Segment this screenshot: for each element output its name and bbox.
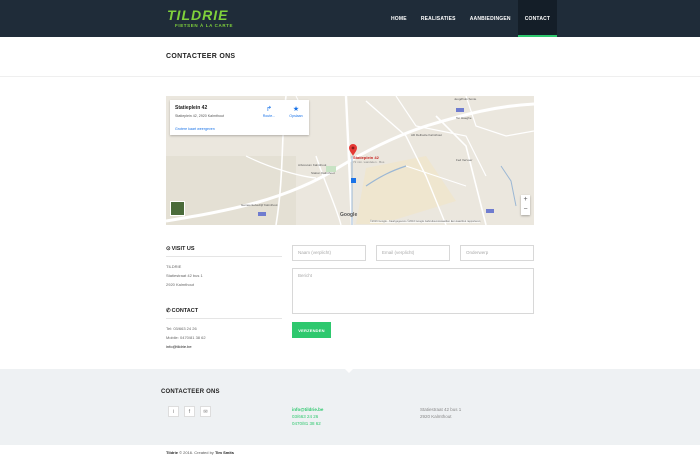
map-label-terhaeg: Ter Haeghe bbox=[456, 116, 472, 120]
route-button[interactable]: ↱ Route... bbox=[256, 106, 282, 118]
logo-text: TILDRIE bbox=[167, 7, 229, 23]
divider bbox=[0, 76, 700, 77]
footer-title: CONTACTEER ONS bbox=[161, 389, 220, 395]
map-attribution[interactable]: ©2016 Google - Kaartgegevens ©2016 Googl… bbox=[370, 220, 481, 223]
phone-icon: ✆ bbox=[166, 308, 171, 314]
contact-heading-text: CONTACT bbox=[171, 308, 199, 314]
mail-icon[interactable]: ✉ bbox=[200, 406, 211, 417]
footer-street: Statiestraat 42 bus 1 bbox=[420, 407, 462, 412]
info-icon[interactable]: i bbox=[168, 406, 179, 417]
map-label-ontmoetingscentrum: Gemeentebedrijf Kalmthout bbox=[241, 203, 278, 207]
main-nav: HOME REALISATIES AANBIEDINGEN CONTACT bbox=[384, 0, 558, 37]
location-icon: ⊙ bbox=[166, 246, 171, 252]
footer-notch bbox=[345, 369, 353, 373]
zoom-in-button[interactable]: + bbox=[521, 195, 530, 205]
nav-realisaties[interactable]: REALISATIES bbox=[414, 0, 463, 37]
zoom-out-button[interactable]: − bbox=[521, 205, 530, 215]
submit-button[interactable]: VERZENDEN bbox=[292, 322, 331, 338]
map-pin-sub: 72 min. wandelen · Bus bbox=[353, 160, 385, 164]
copyright-text: © 2016. Created by bbox=[179, 450, 214, 455]
contact-divider bbox=[166, 318, 282, 319]
map-label-jeugdhuis: Jeugdhuis Sonte bbox=[454, 97, 477, 101]
visit-divider bbox=[166, 256, 282, 257]
visit-heading-text: VISIT US bbox=[171, 246, 195, 252]
google-logo: Google bbox=[340, 212, 358, 218]
footer-city: 2920 Kalmthout bbox=[420, 414, 452, 419]
copyright-brand: Tildrie bbox=[166, 450, 178, 455]
site-header: TILDRIE FIETSEN À LA CARTE HOME REALISAT… bbox=[0, 0, 700, 37]
nav-aanbiedingen[interactable]: AANBIEDINGEN bbox=[463, 0, 518, 37]
map-place-name: Statieplein 42 bbox=[175, 105, 208, 111]
footer-phone: 03/663 24 26 bbox=[292, 414, 319, 419]
contact-tel: Tel: 03/663 24 26 bbox=[166, 326, 197, 331]
contact-heading: ✆ CONTACT bbox=[166, 308, 198, 314]
save-label: Opslaan bbox=[289, 114, 303, 118]
map-zoom-control: + − bbox=[521, 195, 530, 215]
email-field[interactable]: Email (verplicht) bbox=[376, 245, 450, 261]
subject-field[interactable]: Onderwerp bbox=[460, 245, 534, 261]
name-field[interactable]: Naam (verplicht) bbox=[292, 245, 366, 261]
page-title: CONTACTEER ONS bbox=[166, 53, 236, 60]
nav-home[interactable]: HOME bbox=[384, 0, 414, 37]
copyright: Tildrie © 2016. Created by Tim Smits bbox=[166, 450, 234, 455]
directions-icon: ↱ bbox=[266, 106, 272, 113]
map-label-arboretum: Arboretum Kalmthout bbox=[298, 163, 327, 167]
copyright-author[interactable]: Tim Smits bbox=[215, 450, 234, 455]
footer-mobile: 0470/81 38 62 bbox=[292, 421, 321, 426]
visit-street: Statiestraat 42 bus 1 bbox=[166, 273, 203, 278]
logo[interactable]: TILDRIE FIETSEN À LA CARTE bbox=[167, 7, 247, 31]
contact-mobile: Mobile: 0470/81 38 62 bbox=[166, 335, 206, 340]
map-place-address: Statieplein 42, 2920 Kalmthout bbox=[175, 114, 224, 118]
star-icon: ★ bbox=[292, 106, 300, 113]
satellite-toggle[interactable] bbox=[170, 201, 185, 216]
visit-company: TILDRIE bbox=[166, 264, 182, 269]
route-label: Route... bbox=[262, 114, 276, 118]
contact-email[interactable]: info@tildrie.be bbox=[166, 343, 192, 351]
message-field[interactable]: Bericht bbox=[292, 268, 534, 314]
logo-tagline: FIETSEN À LA CARTE bbox=[175, 23, 234, 28]
map-info-card: Statieplein 42 Statieplein 42, 2920 Kalm… bbox=[170, 100, 309, 135]
map-label-fed: Fed Vervoer bbox=[456, 158, 473, 162]
visit-heading: ⊙ VISIT US bbox=[166, 246, 195, 252]
footer-email[interactable]: info@tildrie.be bbox=[292, 406, 323, 413]
save-place-button[interactable]: ★ Opslaan bbox=[283, 106, 309, 118]
nav-contact[interactable]: CONTACT bbox=[517, 0, 558, 37]
map-label-delhaize: AD Delhaize Kalmthout bbox=[411, 133, 443, 137]
facebook-icon[interactable]: f bbox=[184, 406, 195, 417]
footer bbox=[0, 369, 700, 445]
visit-city: 2920 Kalmthout bbox=[166, 282, 195, 287]
google-map[interactable]: Arboretum Kalmthout Station Kalmthout Ge… bbox=[166, 96, 534, 225]
larger-map-link[interactable]: Grotere kaart weergeven bbox=[175, 127, 215, 131]
map-label-station: Station Kalmthout bbox=[311, 171, 335, 175]
